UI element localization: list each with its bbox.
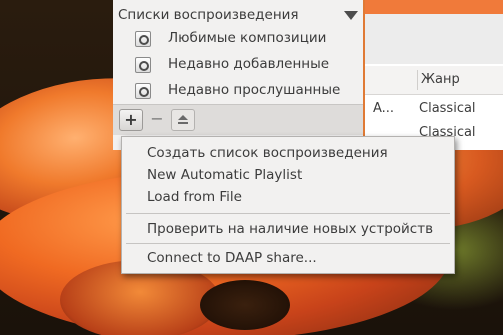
menu-item-label: Connect to DAAP share...	[147, 250, 317, 266]
menu-item-label: Проверить на наличие новых устройств	[147, 221, 434, 237]
track-genre-cell: Classical	[419, 101, 476, 116]
menu-item-new-playlist[interactable]: Создать список воспроизведения	[122, 142, 454, 164]
eject-icon	[178, 115, 188, 120]
smart-playlist-icon	[135, 57, 151, 73]
remove-playlist-button[interactable]: −	[145, 109, 169, 131]
track-list-panel: Жанр A... Classical Classical	[365, 0, 503, 150]
menu-separator	[126, 243, 450, 244]
accent-bar	[365, 0, 503, 14]
playlist-item-label: Любимые композиции	[168, 30, 327, 46]
track-table-header: Жанр	[365, 66, 503, 95]
playlists-header[interactable]: Списки воспроизведения	[118, 5, 358, 25]
menu-item-check-devices[interactable]: Проверить на наличие новых устройств	[122, 218, 454, 240]
menu-item-label: Load from File	[147, 189, 242, 205]
menu-item-label: Создать список воспроизведения	[147, 145, 388, 161]
wallpaper-shape	[200, 280, 290, 330]
column-header-genre[interactable]: Жанр	[421, 72, 460, 87]
sidebar-toolbar: + −	[113, 104, 363, 135]
menu-separator	[126, 213, 450, 214]
sidebar: Списки воспроизведения Любимые композици…	[113, 0, 365, 150]
playlists-header-label: Списки воспроизведения	[118, 7, 299, 23]
menu-item-new-automatic-playlist[interactable]: New Automatic Playlist	[122, 164, 454, 186]
smart-playlist-icon	[135, 83, 151, 99]
track-title-cell: A...	[373, 101, 395, 116]
menu-item-load-from-file[interactable]: Load from File	[122, 186, 454, 208]
playlist-item-label: Недавно прослушанные	[168, 82, 341, 98]
column-separator[interactable]	[417, 70, 418, 90]
table-row[interactable]: A... Classical	[365, 96, 503, 120]
menu-item-connect-daap[interactable]: Connect to DAAP share...	[122, 247, 454, 269]
chevron-down-icon[interactable]	[344, 11, 358, 20]
add-playlist-button[interactable]: +	[119, 109, 143, 131]
add-playlist-menu: Создать список воспроизведения New Autom…	[121, 136, 455, 274]
playlist-item-recently-added[interactable]: Недавно добавленные	[133, 54, 358, 78]
playlist-item-label: Недавно добавленные	[168, 56, 330, 72]
eject-icon-bar	[178, 122, 188, 124]
panel-header-area	[365, 14, 503, 64]
eject-button[interactable]	[171, 109, 195, 131]
smart-playlist-icon	[135, 31, 151, 47]
playlist-item-favorites[interactable]: Любимые композиции	[133, 28, 358, 52]
menu-item-label: New Automatic Playlist	[147, 167, 303, 183]
music-player-window: Списки воспроизведения Любимые композици…	[113, 0, 503, 150]
playlist-item-recently-played[interactable]: Недавно прослушанные	[133, 80, 358, 104]
